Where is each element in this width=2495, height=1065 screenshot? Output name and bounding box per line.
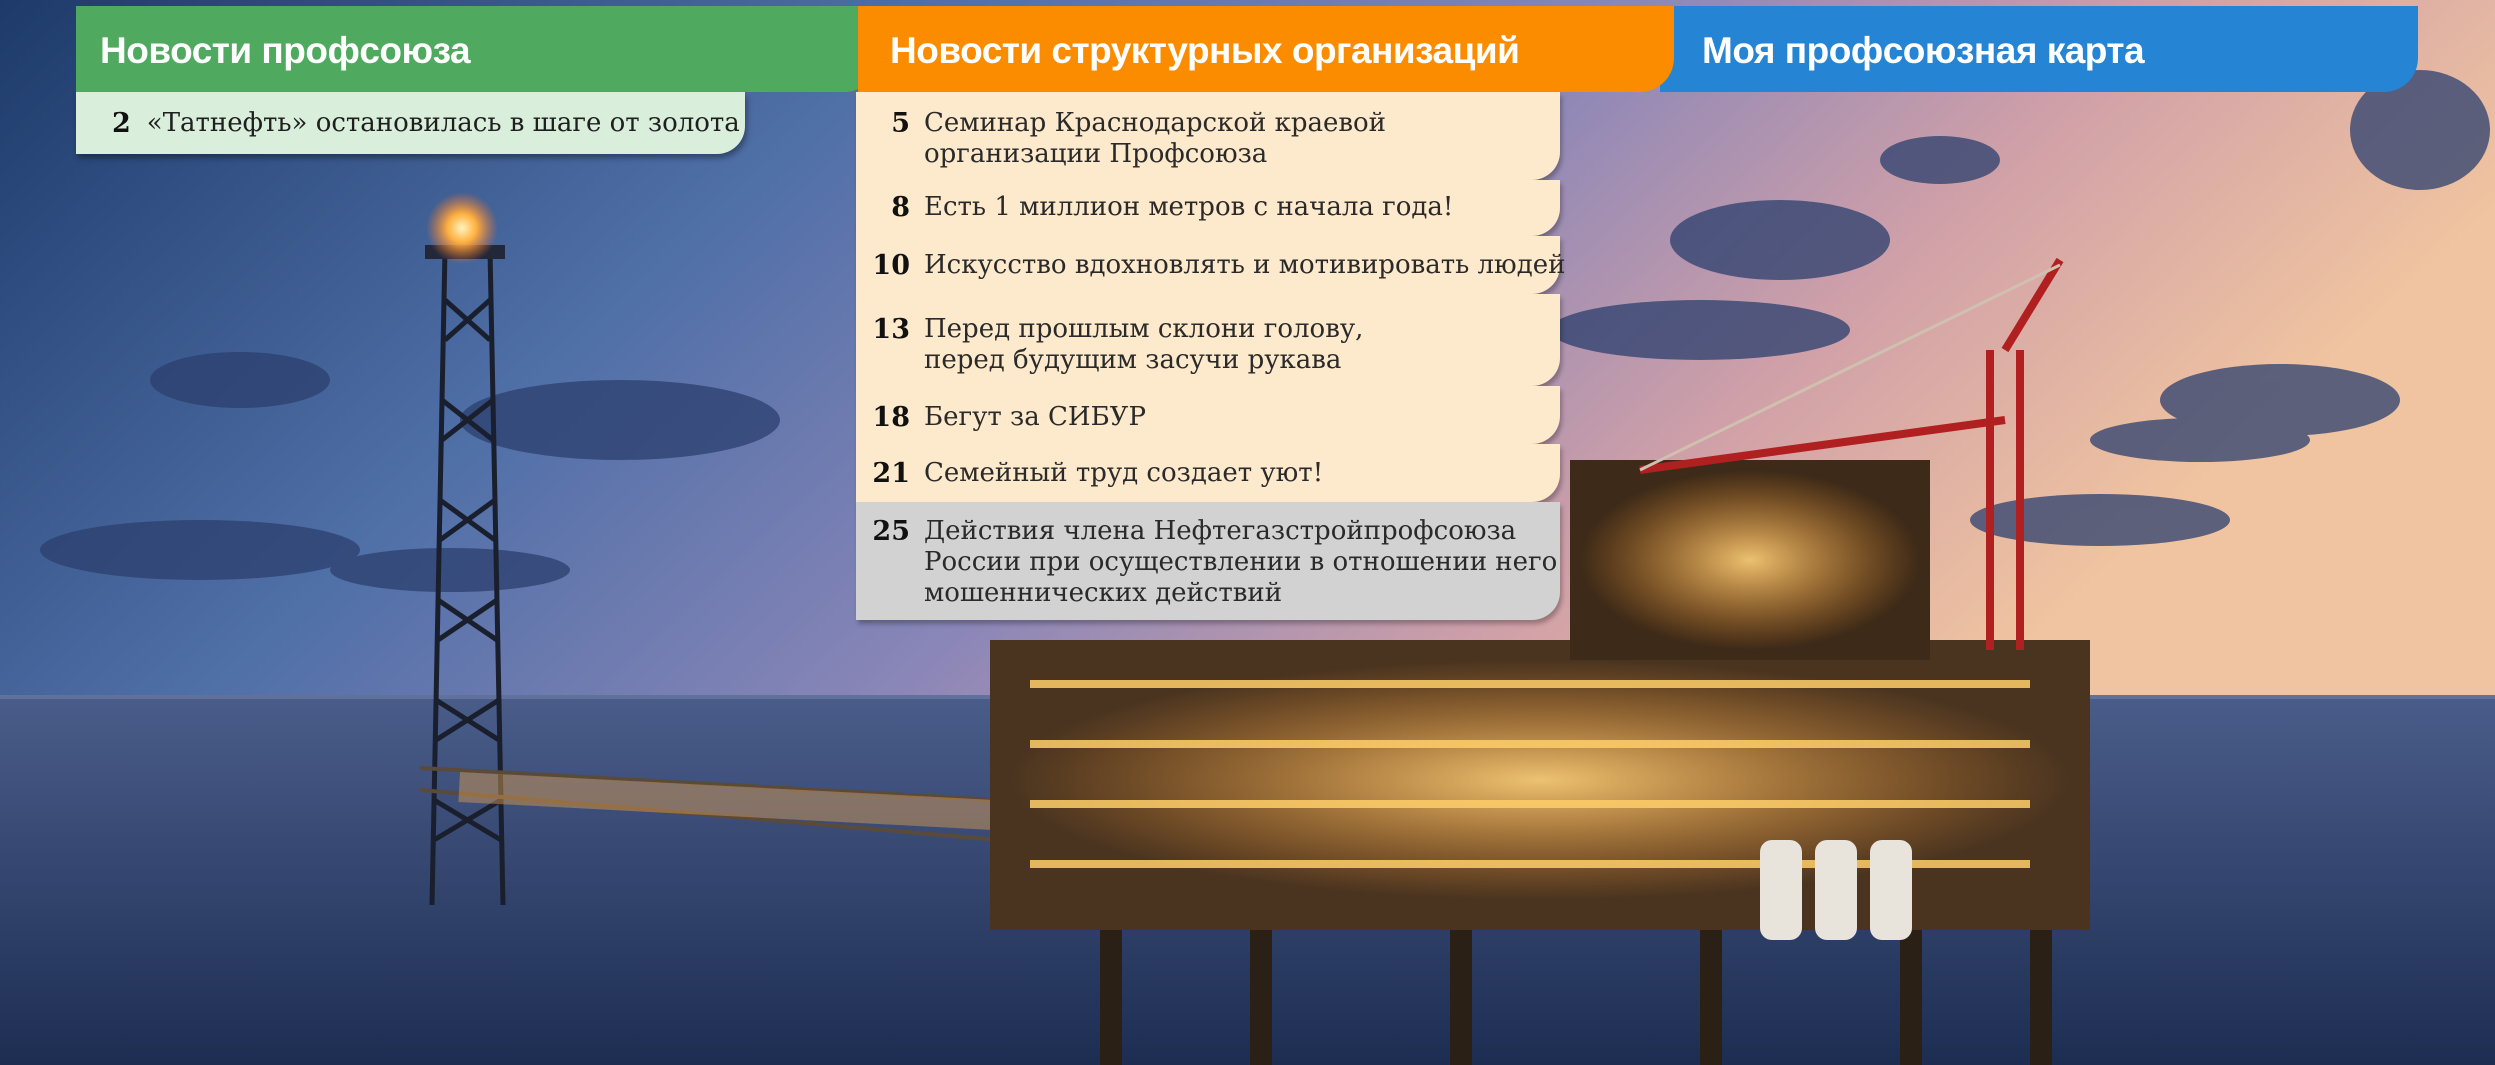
- item-page-number: 18: [872, 402, 910, 433]
- item-page-number: 25: [872, 516, 910, 547]
- tab-structural-news[interactable]: Новости структурных организаций: [858, 6, 1674, 92]
- list-item[interactable]: 13 Перед прошлым склони голову, перед бу…: [856, 294, 1560, 386]
- tab-union-news[interactable]: Новости профсоюза: [76, 6, 878, 92]
- item-page-number: 5: [891, 108, 910, 139]
- item-title: Искусство вдохновлять и мотивировать люд…: [924, 250, 1566, 280]
- tab-my-union-card[interactable]: Моя профсоюзная карта: [1660, 6, 2418, 92]
- list-item[interactable]: 5 Семинар Краснодарской краевой организа…: [856, 92, 1560, 180]
- item-title: Действия члена Нефтегазстройпрофсоюза Ро…: [924, 516, 1558, 608]
- item-page-number: 13: [872, 314, 910, 345]
- item-title: Бегут за СИБУР: [924, 402, 1146, 432]
- item-title: Есть 1 миллион метров с начала года!: [924, 192, 1454, 222]
- structural-news-list: 5 Семинар Краснодарской краевой организа…: [856, 92, 1565, 620]
- list-item[interactable]: 8 Есть 1 миллион метров с начала года!: [856, 180, 1560, 236]
- tab-structural-news-label: Новости структурных организаций: [890, 30, 1520, 71]
- item-page-number: 8: [891, 192, 910, 223]
- item-title: «Татнефть» остановилась в шаге от золота: [146, 108, 740, 138]
- item-title: Перед прошлым склони голову, перед будущ…: [924, 314, 1364, 375]
- list-item[interactable]: 18 Бегут за СИБУР: [856, 386, 1560, 444]
- item-page-number: 21: [872, 458, 910, 489]
- item-title: Семейный труд создает уют!: [924, 458, 1324, 488]
- item-page-number: 10: [872, 250, 910, 281]
- list-item[interactable]: 10 Искусство вдохновлять и мотивировать …: [856, 236, 1565, 294]
- union-news-item[interactable]: 2 «Татнефть» остановилась в шаге от золо…: [76, 92, 745, 154]
- item-page-number: 2: [112, 107, 131, 139]
- tab-union-news-label: Новости профсоюза: [100, 30, 471, 71]
- item-title: Семинар Краснодарской краевой организаци…: [924, 108, 1386, 169]
- tab-my-union-card-label: Моя профсоюзная карта: [1702, 30, 2145, 71]
- list-item[interactable]: 25 Действия члена Нефтегазстройпрофсоюза…: [856, 502, 1560, 620]
- list-item[interactable]: 21 Семейный труд создает уют!: [856, 444, 1560, 502]
